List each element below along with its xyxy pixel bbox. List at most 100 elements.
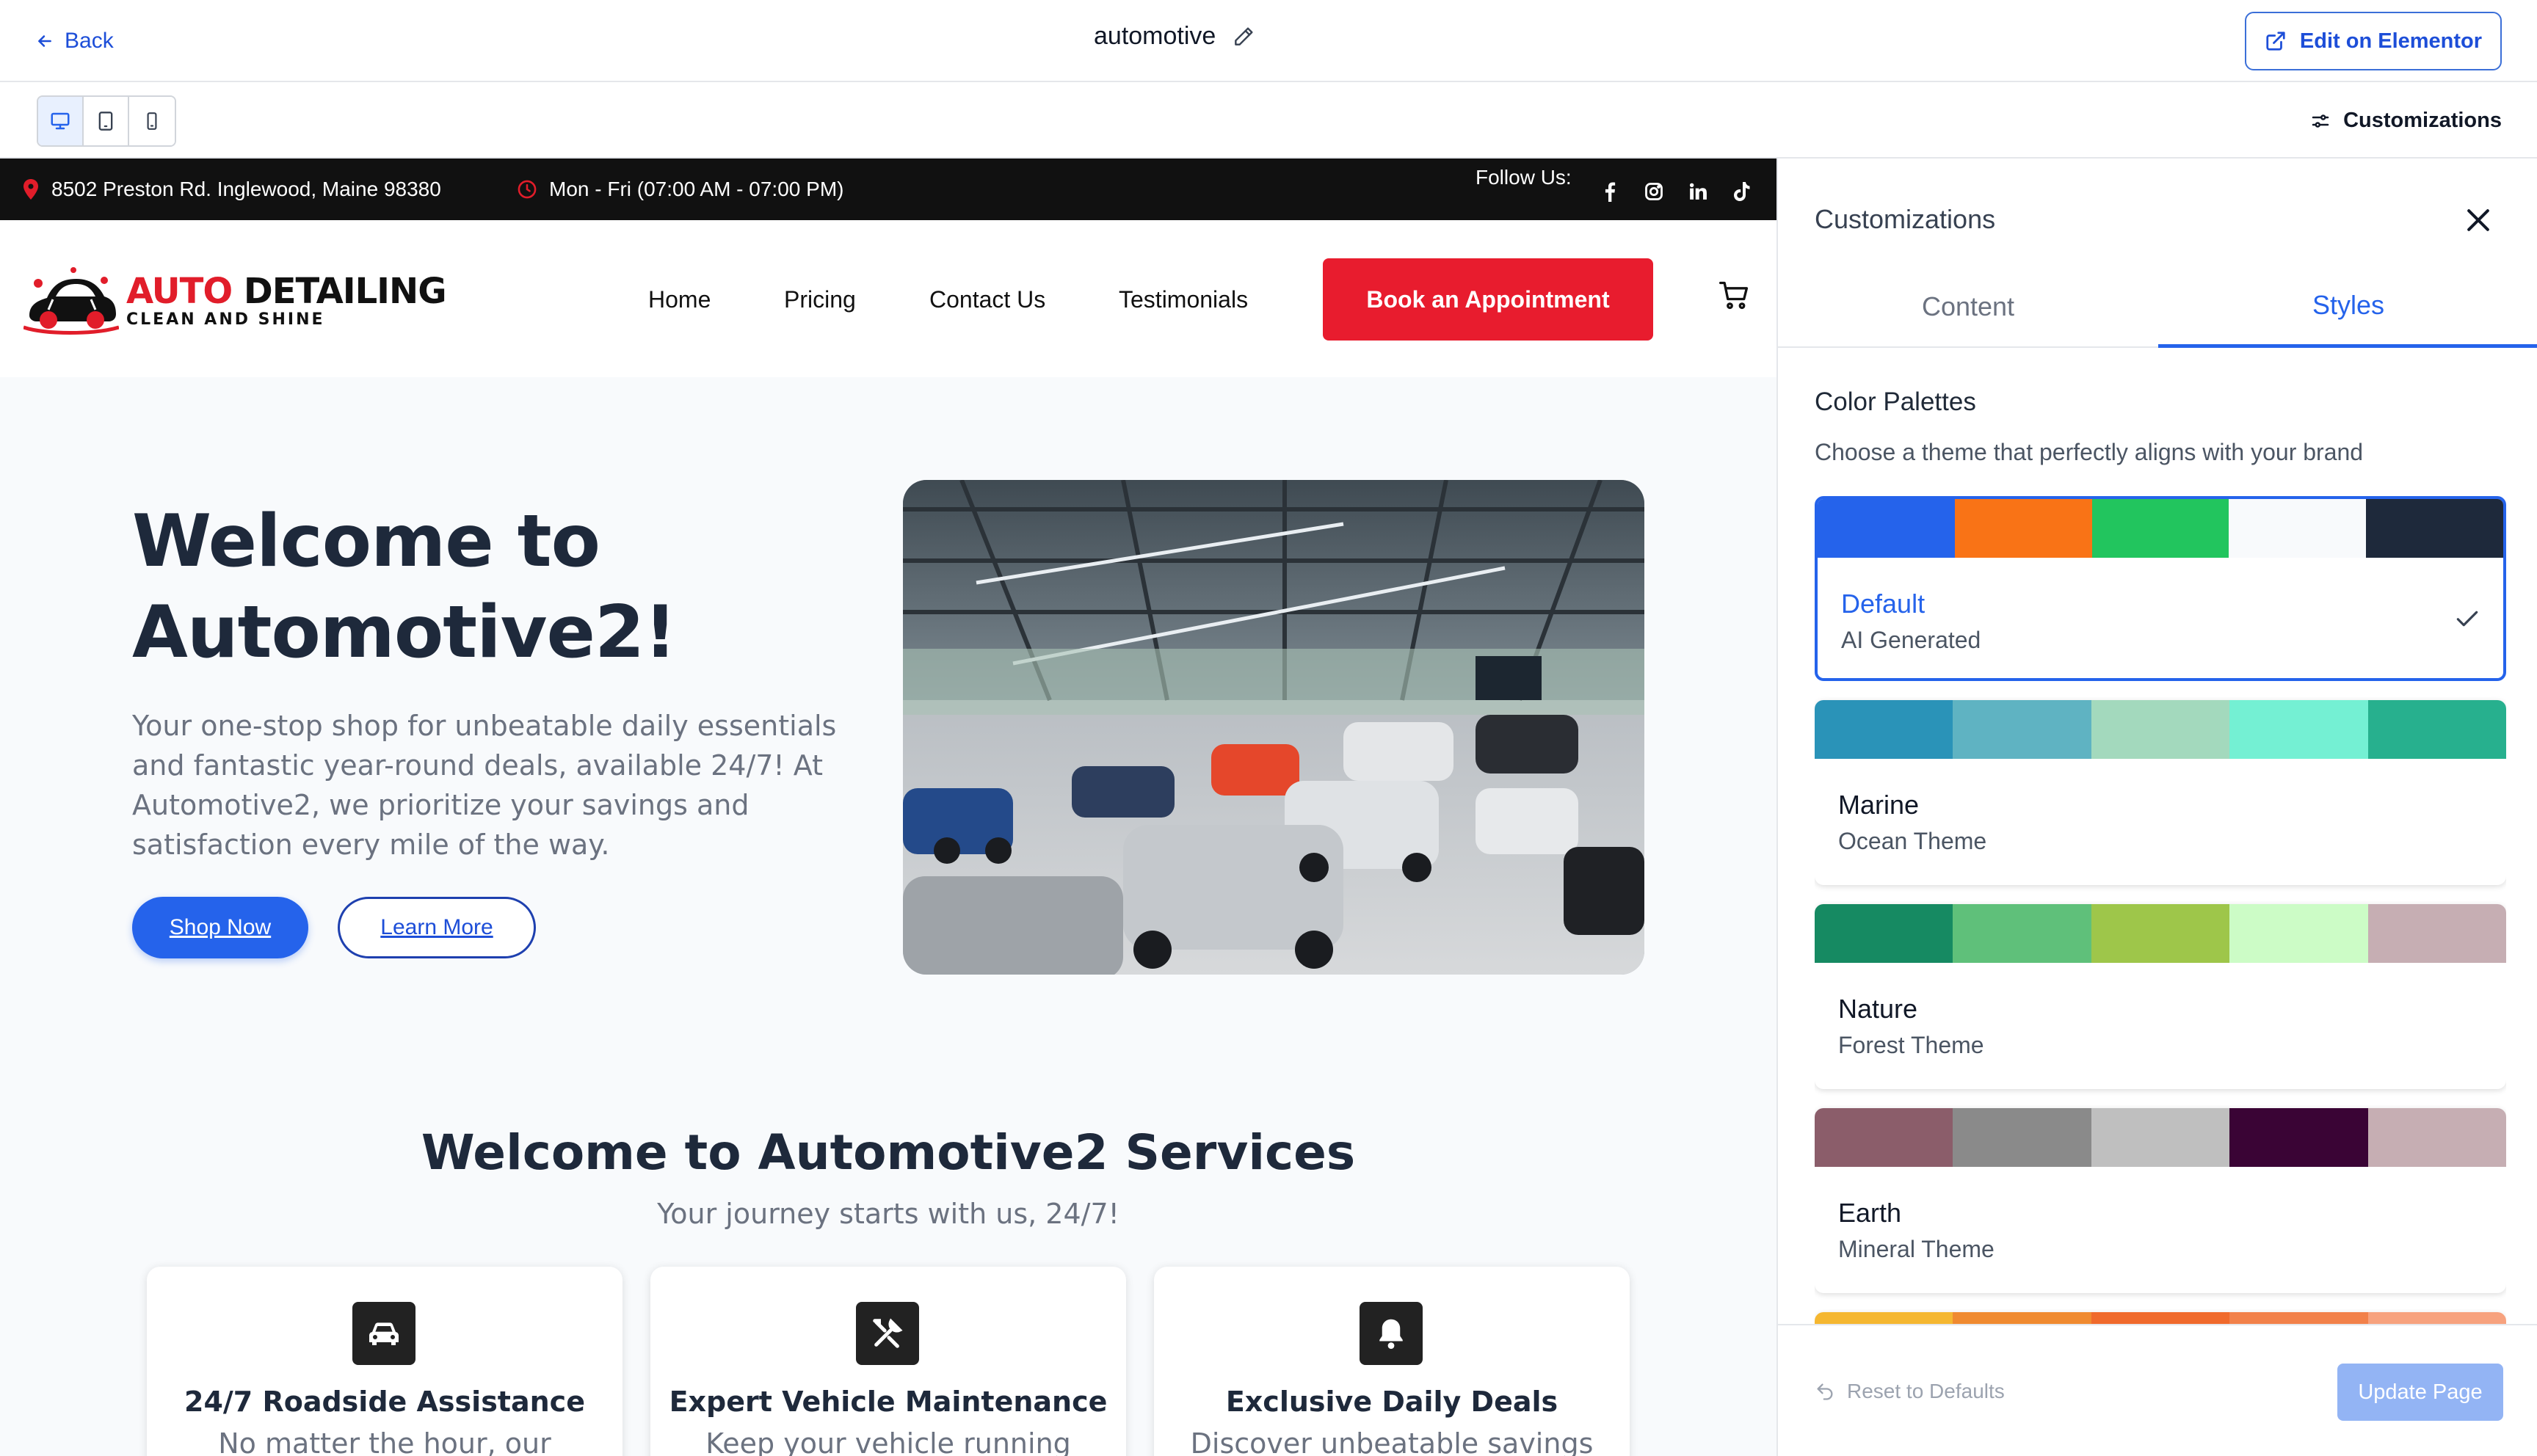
learn-more-button[interactable]: Learn More xyxy=(338,897,536,958)
check-icon xyxy=(2456,611,2478,627)
shop-now-button[interactable]: Shop Now xyxy=(132,897,308,958)
desktop-view-button[interactable] xyxy=(38,97,84,145)
palette-swatch xyxy=(1815,700,1953,759)
palette-swatch xyxy=(1953,700,2091,759)
hours-item: Mon - Fri (07:00 AM - 07:00 PM) xyxy=(517,178,843,201)
panel-title: Customizations xyxy=(1815,204,1996,234)
palette-swatches xyxy=(1815,1108,2506,1167)
palette-swatch xyxy=(1953,1108,2091,1167)
service-card-roadside[interactable]: 24/7 Roadside Assistance No matter the h… xyxy=(147,1267,623,1456)
palette-swatch xyxy=(1953,904,2091,963)
customizations-toggle[interactable]: Customizations xyxy=(2309,109,2502,133)
preview-toolbar: Customizations xyxy=(0,82,2537,159)
site-header: AUTO DETAILING CLEAN AND SHINE Home Pric… xyxy=(0,220,1776,377)
palette-swatch xyxy=(2366,499,2503,558)
close-icon[interactable] xyxy=(2462,204,2494,236)
palette-swatch xyxy=(1954,499,2092,558)
pencil-icon[interactable] xyxy=(1232,25,1255,48)
showroom-image xyxy=(903,480,1644,975)
facebook-icon[interactable] xyxy=(1599,181,1621,203)
service-card-title: 24/7 Roadside Assistance xyxy=(184,1386,585,1418)
top-bar: Back automotive Edit on Elementor xyxy=(0,0,2537,82)
back-button[interactable]: Back xyxy=(35,25,114,57)
desktop-icon xyxy=(51,112,70,130)
info-bar: 8502 Preston Rd. Inglewood, Maine 98380 … xyxy=(0,159,1776,220)
palette-subtitle: Forest Theme xyxy=(1838,1032,1984,1058)
tab-styles[interactable]: Styles xyxy=(2158,266,2537,348)
tablet-icon xyxy=(98,112,113,131)
reset-label: Reset to Defaults xyxy=(1847,1380,2005,1402)
site-logo[interactable]: AUTO DETAILING CLEAN AND SHINE xyxy=(23,264,447,338)
map-pin-icon xyxy=(23,179,38,200)
page-title-group: automotive xyxy=(1094,22,1255,51)
palette-swatch xyxy=(2367,1108,2506,1167)
palette-name: Nature xyxy=(1838,994,1918,1024)
undo-icon xyxy=(1817,1383,1833,1400)
palette-name: Marine xyxy=(1838,790,1920,820)
palette-swatch xyxy=(2091,904,2230,963)
cart-icon[interactable] xyxy=(1718,279,1750,311)
palette-swatch xyxy=(2229,904,2368,963)
palette-card-marine[interactable]: Marine Ocean Theme xyxy=(1815,700,2506,885)
hours-text: Mon - Fri (07:00 AM - 07:00 PM) xyxy=(549,178,844,200)
palette-card-earth[interactable]: Earth Mineral Theme xyxy=(1815,1108,2506,1293)
service-card-text: Keep your vehicle running xyxy=(705,1427,1071,1456)
nav-home[interactable]: Home xyxy=(648,286,711,313)
logo-title-auto: AUTO xyxy=(126,270,233,312)
palette-swatch xyxy=(1818,499,1955,558)
tiktok-icon[interactable] xyxy=(1731,181,1753,203)
instagram-icon[interactable] xyxy=(1643,181,1665,203)
hero-text: Your one-stop shop for unbeatable daily … xyxy=(132,710,837,861)
palette-swatch xyxy=(1815,904,1953,963)
social-links xyxy=(1599,181,1753,203)
palettes-heading: Color Palettes xyxy=(1815,387,1976,416)
tools-icon xyxy=(856,1302,919,1365)
car-logo-icon xyxy=(23,267,119,335)
page-title: automotive xyxy=(1094,22,1216,50)
palettes-description: Choose a theme that perfectly aligns wit… xyxy=(1815,439,2364,465)
palette-swatch xyxy=(2229,700,2368,759)
services-title: Welcome to Automotive2 Services xyxy=(421,1124,1356,1181)
palette-swatches xyxy=(1815,904,2506,963)
palette-swatch xyxy=(2229,1108,2368,1167)
palette-swatch xyxy=(2367,904,2506,963)
palette-swatch xyxy=(2367,700,2506,759)
follow-label: Follow Us: xyxy=(1476,166,1572,189)
palette-name: Earth xyxy=(1838,1198,1902,1228)
logo-text: AUTO DETAILING CLEAN AND SHINE xyxy=(126,270,447,329)
palette-list: Default AI Generated Marine Ocean Theme Natu… xyxy=(1815,496,2506,1325)
car-icon xyxy=(352,1302,415,1365)
tablet-view-button[interactable] xyxy=(84,97,129,145)
palette-swatches xyxy=(1818,499,2503,558)
reset-defaults-button[interactable]: Reset to Defaults xyxy=(1815,1380,2005,1403)
nav-pricing[interactable]: Pricing xyxy=(784,286,856,313)
palette-card-nature[interactable]: Nature Forest Theme xyxy=(1815,904,2506,1089)
service-card-deals[interactable]: Exclusive Daily Deals Discover unbeatabl… xyxy=(1154,1267,1630,1456)
book-appointment-button[interactable]: Book an Appointment xyxy=(1323,258,1653,341)
palette-swatch xyxy=(2091,1108,2230,1167)
tab-content[interactable]: Content xyxy=(1778,266,2158,348)
update-page-button[interactable]: Update Page xyxy=(2337,1364,2503,1421)
mobile-view-button[interactable] xyxy=(129,97,175,145)
linkedin-icon[interactable] xyxy=(1687,181,1709,203)
palette-name: Default xyxy=(1841,589,1926,619)
clock-icon xyxy=(518,180,537,199)
address-item: 8502 Preston Rd. Inglewood, Maine 98380 xyxy=(22,178,441,201)
service-card-maintenance[interactable]: Expert Vehicle Maintenance Keep your veh… xyxy=(650,1267,1126,1456)
nav-testimonials[interactable]: Testimonials xyxy=(1119,286,1248,313)
nav-contact[interactable]: Contact Us xyxy=(929,286,1045,313)
palette-subtitle: Mineral Theme xyxy=(1838,1236,1995,1262)
site-preview: 8502 Preston Rd. Inglewood, Maine 98380 … xyxy=(0,159,1776,1456)
logo-tagline: CLEAN AND SHINE xyxy=(126,310,325,329)
palette-swatches xyxy=(1815,700,2506,759)
panel-footer: Reset to Defaults Update Page xyxy=(1778,1324,2537,1456)
service-card-text: No matter the hour, our friendly xyxy=(218,1427,551,1456)
external-link-icon xyxy=(2266,32,2285,51)
showroom-illustration xyxy=(903,480,1644,975)
edit-on-elementor-button[interactable]: Edit on Elementor xyxy=(2245,12,2502,70)
logo-title-detailing: DETAILING xyxy=(243,270,447,312)
customizations-panel: Customizations Content Styles Color Pale… xyxy=(1776,159,2537,1456)
palette-card-default[interactable]: Default AI Generated xyxy=(1815,496,2506,681)
hero-title: Welcome to Automotive2! xyxy=(132,500,677,674)
customizations-toggle-label: Customizations xyxy=(2343,109,2502,132)
